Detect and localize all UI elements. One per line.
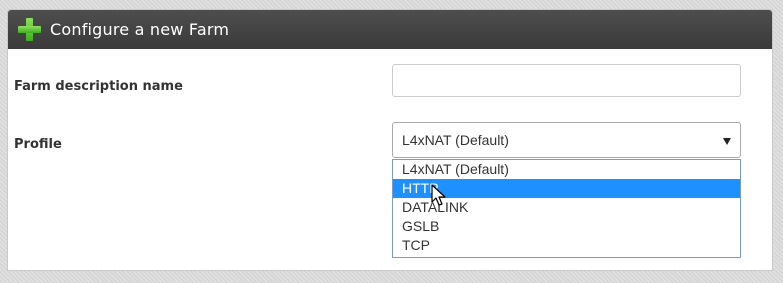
farm-name-label: Farm description name bbox=[14, 79, 183, 94]
profile-option-gslb[interactable]: GSLB bbox=[393, 217, 740, 236]
profile-select[interactable]: L4xNAT (Default) bbox=[392, 122, 741, 158]
plus-icon bbox=[18, 18, 41, 41]
panel-header: Configure a new Farm bbox=[8, 10, 772, 49]
profile-option-tcp[interactable]: TCP bbox=[393, 236, 740, 255]
profile-label: Profile bbox=[14, 137, 62, 152]
profile-option-l4xnat[interactable]: L4xNAT (Default) bbox=[393, 160, 740, 179]
panel-title: Configure a new Farm bbox=[50, 20, 230, 39]
mouse-cursor-icon bbox=[431, 184, 446, 206]
profile-select-value: L4xNAT (Default) bbox=[402, 132, 509, 148]
profile-dropdown-list: L4xNAT (Default) HTTP DATALINK GSLB TCP bbox=[392, 159, 741, 258]
chevron-down-icon[interactable] bbox=[723, 138, 731, 145]
farm-name-input[interactable] bbox=[392, 64, 741, 97]
